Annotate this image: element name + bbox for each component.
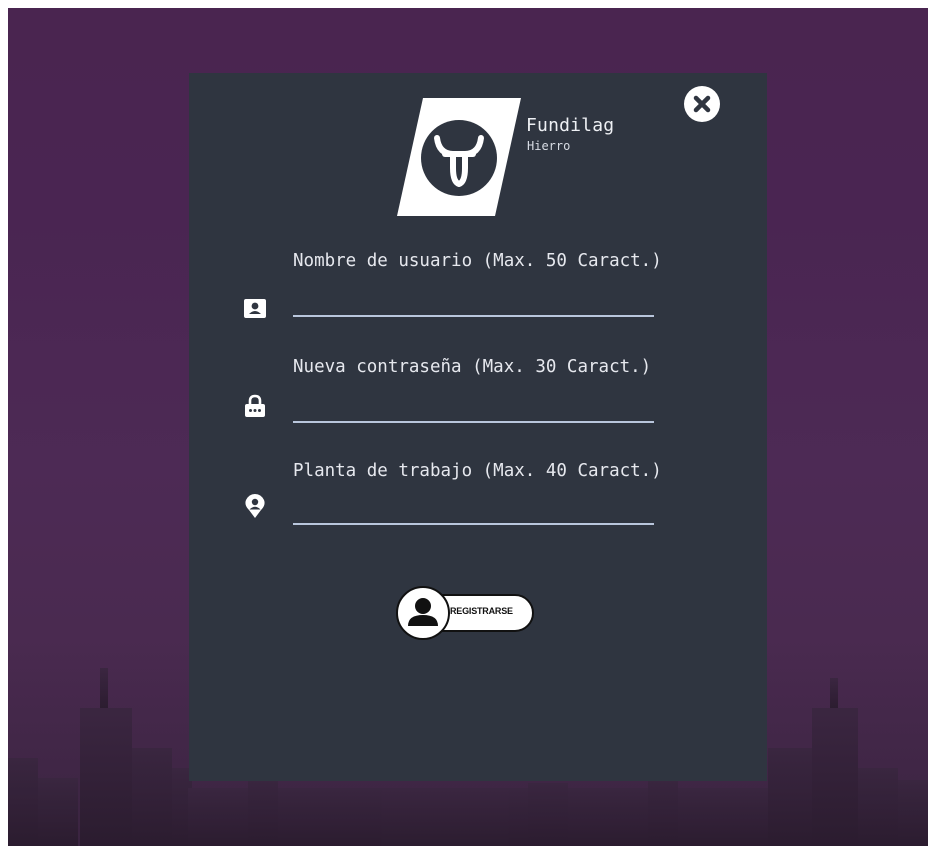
lock-icon [245,394,265,417]
close-icon [693,95,711,113]
contact-card-icon [244,299,266,318]
brand-name: Fundilag [526,115,615,136]
username-input[interactable] [293,289,654,317]
user-icon [408,598,438,626]
brand-subtitle: Hierro [527,139,571,153]
location-pin-icon [245,494,265,518]
password-input[interactable] [293,395,654,423]
register-button[interactable]: REGISTRARSE [396,586,536,640]
password-label: Nueva contraseña (Max. 30 Caract.) [293,357,652,377]
register-label: REGISTRARSE [450,606,513,616]
work-plant-label: Planta de trabajo (Max. 40 Caract.) [293,461,662,481]
register-dialog: Fundilag Hierro Nombre de usuario (Max. … [189,73,767,781]
register-avatar-circle [396,586,450,640]
username-label: Nombre de usuario (Max. 50 Caract.) [293,251,662,271]
work-plant-input[interactable] [293,497,654,525]
close-button[interactable] [684,86,720,122]
city-background: Fundilag Hierro Nombre de usuario (Max. … [8,8,928,846]
bull-logo [397,98,521,216]
